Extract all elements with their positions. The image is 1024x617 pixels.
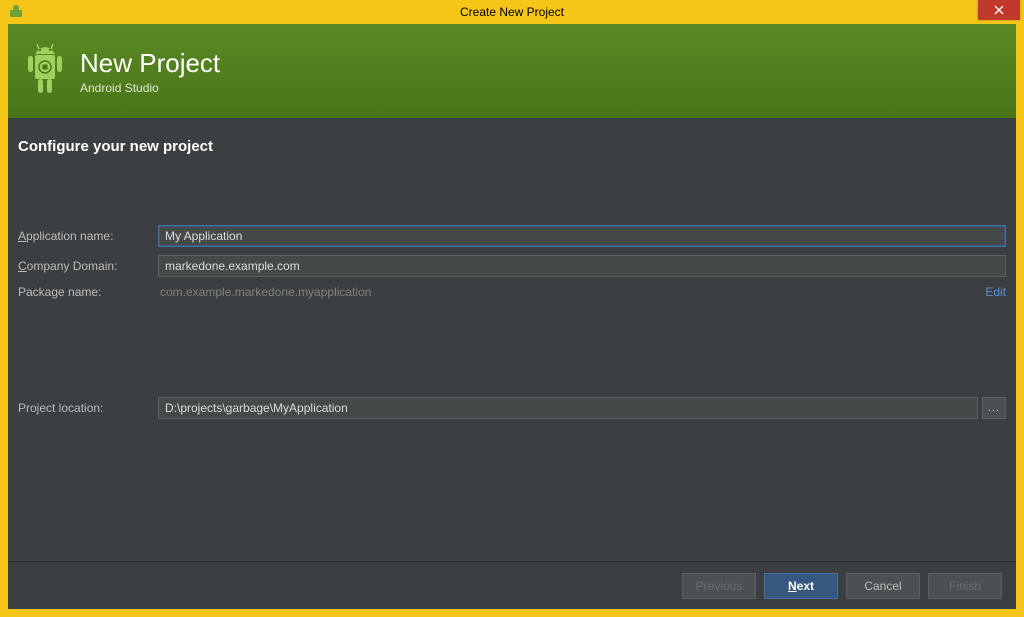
row-application-name: Application name: [18, 225, 1006, 247]
close-button[interactable] [978, 0, 1020, 20]
banner: New Project Android Studio [8, 24, 1016, 118]
previous-button: Previous [682, 573, 756, 599]
next-button[interactable]: Next [764, 573, 838, 599]
label-company-domain: Company Domain: [18, 259, 158, 273]
company-domain-input[interactable] [158, 255, 1006, 277]
footer: Previous Next Cancel Finish [8, 561, 1016, 609]
window-title: Create New Project [460, 5, 564, 19]
titlebar: Create New Project [0, 0, 1024, 24]
close-icon [994, 3, 1004, 18]
project-location-input[interactable] [158, 397, 978, 419]
row-company-domain: Company Domain: [18, 255, 1006, 277]
window-frame: Create New Project [0, 0, 1024, 617]
label-project-location: Project location: [18, 401, 158, 415]
edit-package-link[interactable]: Edit [985, 285, 1006, 299]
package-name-value: com.example.markedone.myapplication [158, 285, 975, 299]
android-robot-icon [22, 44, 68, 98]
android-studio-app-icon [8, 4, 24, 20]
application-name-input[interactable] [158, 225, 1006, 247]
row-package-name: Package name: com.example.markedone.myap… [18, 285, 1006, 299]
content-area: Configure your new project Application n… [8, 118, 1016, 561]
browse-location-button[interactable]: ... [982, 397, 1006, 419]
ellipsis-icon: ... [988, 402, 1000, 414]
cancel-button[interactable]: Cancel [846, 573, 920, 599]
finish-button: Finish [928, 573, 1002, 599]
banner-title: New Project [80, 48, 220, 79]
banner-subtitle: Android Studio [80, 81, 220, 95]
label-application-name: Application name: [18, 229, 158, 243]
section-heading: Configure your new project [18, 138, 1006, 155]
row-project-location: Project location: ... [18, 397, 1006, 419]
dialog-body: New Project Android Studio Configure you… [8, 24, 1016, 609]
label-package-name: Package name: [18, 285, 158, 299]
